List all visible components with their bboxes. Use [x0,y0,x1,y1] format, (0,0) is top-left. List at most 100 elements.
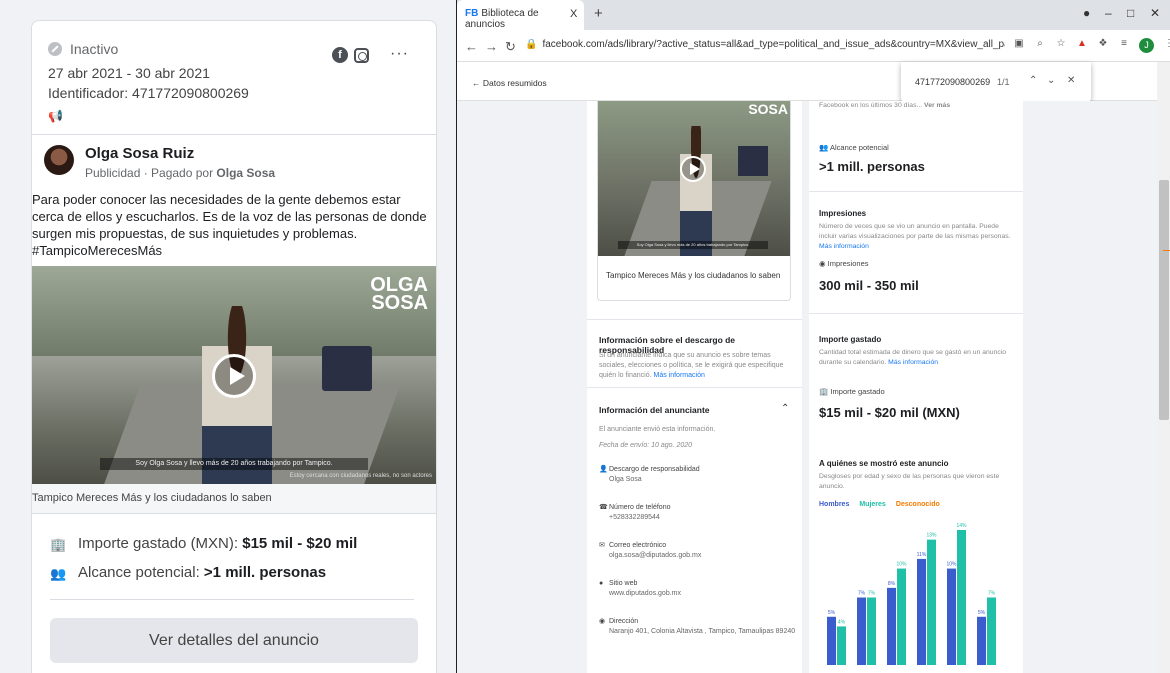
minimize-icon[interactable]: – [1105,6,1112,20]
back-to-summary-link[interactable]: ← Datos resumidos [472,78,547,88]
forward-icon[interactable]: → [485,39,498,54]
avatar[interactable] [44,145,74,175]
video-bin [738,146,768,176]
bar-women-3[interactable] [927,539,936,665]
info-value: Naranjo 401, Colonia Altavista , Tampico… [609,628,796,635]
impressions-text: Número de veces que se vio un anuncio en… [819,223,1011,240]
account-icon[interactable]: ● [1083,6,1090,20]
menu-icon[interactable]: ⋮ [1163,38,1170,52]
bar-women-1[interactable] [867,597,876,666]
ad-stats-column: Número de personas únicas que se mostró.… [809,101,1023,673]
legend-women[interactable]: Mujeres [859,501,885,508]
find-input[interactable]: 471772090800269 [915,77,990,87]
divider [587,319,802,320]
scrollbar-thumb[interactable] [1159,180,1169,420]
ad-preview-card: SOSA Soy Olga Sosa y llevo más de 20 año… [597,101,791,301]
run-dates: 27 abr 2021 - 30 abr 2021 [48,65,210,81]
reach-value: >1 mill. personas [203,564,327,581]
bar-label: 14% [956,523,967,529]
video-subtitle: Soy Olga Sosa y llevo más de 20 años tra… [100,458,368,470]
find-next-icon[interactable]: ⌄ [1047,75,1055,86]
see-more-link[interactable]: Ver más [924,102,950,109]
advertiser-title: Información del anunciante [599,405,710,415]
status-label: Inactivo [70,41,119,57]
puzzle-icon[interactable]: ❖ [1097,38,1109,52]
find-close-icon[interactable]: ✕ [1067,75,1075,86]
divider [50,599,414,600]
star-icon[interactable]: ☆ [1055,38,1067,52]
bar-women-2[interactable] [897,568,906,665]
close-tab-icon[interactable]: X [570,8,577,20]
bar-label: 10% [946,562,957,568]
divider [809,191,1023,192]
impressions-value: 300 mil - 350 mil [819,278,919,293]
bar-women-4[interactable] [957,530,966,665]
legend-men[interactable]: Hombres [819,501,849,508]
bar-men-5[interactable] [977,616,986,665]
bar-men-0[interactable] [827,616,836,665]
info-value[interactable]: olga.sosa@diputados.gob.mx [599,551,701,561]
impressions-description: Número de veces que se vio un anuncio en… [819,222,1013,252]
paid-by-name: Olga Sosa [216,166,276,180]
bar-label: 7% [868,591,876,597]
url-field[interactable]: 🔒 facebook.com/ads/library/?active_status… [525,39,1005,50]
spend-small: 🏢 Importe gastado [819,387,885,396]
ad-video[interactable]: OLGA SOSA Soy Olga Sosa y llevo más de 2… [32,266,436,484]
brand-logo-line2: SOSA [371,292,428,314]
bar-men-4[interactable] [947,568,956,665]
legend-unknown[interactable]: Desconocido [896,501,940,508]
info-value[interactable]: www.diputados.gob.mx [599,589,681,599]
bar-label: 7% [858,591,866,597]
extension-icon[interactable]: ▲ [1076,38,1088,52]
spend-text: Importe gastado (MXN): $15 mil - $20 mil [78,535,357,552]
scrollbar[interactable] [1157,62,1170,673]
back-icon[interactable]: ← [465,39,478,54]
tab-ad-library[interactable]: FB Biblioteca de anuncios X [457,0,584,30]
location-icon: ◉ [599,618,606,625]
bar-label: 8% [888,581,896,587]
spend-small-label: Importe gastado [830,387,885,396]
chevron-up-icon[interactable]: ⌃ [781,403,789,414]
reach-description-text: Número de personas únicas que se mostró.… [819,102,923,109]
video-bin [322,346,372,391]
person-icon: 👤 [599,466,608,473]
ad-body-text: Para poder conocer las necesidades de la… [32,192,427,258]
more-info-link[interactable]: Más información [654,372,705,379]
more-info-link[interactable]: Más información [819,243,869,250]
bar-women-5[interactable] [987,597,996,666]
favicon: FB [465,8,479,19]
bar-label: 5% [978,610,986,616]
ad-preview-video[interactable]: SOSA Soy Olga Sosa y llevo más de 20 año… [598,101,790,256]
building-icon: 🏢 [50,536,67,552]
page-name[interactable]: Olga Sosa Ruiz [85,145,194,162]
play-icon[interactable] [680,156,706,182]
bar-label: 7% [988,591,996,597]
reach-value: >1 mill. personas [819,159,925,174]
new-tab-button[interactable]: + [594,5,603,22]
spend-value: $15 mil - $20 mil (MXN) [819,405,960,420]
find-count: 1/1 [997,77,1010,87]
bar-label: 11% [917,552,927,558]
bar-men-3[interactable] [917,558,926,665]
more-options-icon[interactable]: ··· [390,45,409,63]
search-icon[interactable]: ⌕ [1034,38,1046,52]
find-previous-icon[interactable]: ⌃ [1029,75,1037,86]
find-bar: 471772090800269 1/1 ⌃ ⌄ ✕ [901,62,1091,102]
bar-label: 10% [896,562,907,568]
bar-women-0[interactable] [837,626,846,665]
brand-logo: SOSA [748,101,788,117]
info-address: ◉ Dirección Naranjo 401, Colonia Altavista… [599,617,795,637]
bar-men-1[interactable] [857,597,866,666]
reading-list-icon[interactable]: ≡ [1118,38,1130,52]
play-icon[interactable] [212,354,256,398]
more-info-link[interactable]: Más información [888,359,938,366]
translate-icon[interactable]: ▣ [1013,38,1025,52]
bar-men-2[interactable] [887,587,896,665]
restore-icon[interactable]: □ [1127,6,1134,20]
ad-card-panel: Inactivo 27 abr 2021 - 30 abr 2021 Ident… [0,0,456,673]
close-window-icon[interactable]: ✕ [1150,6,1160,20]
see-ad-details-button[interactable]: Ver detalles del anuncio [50,618,418,663]
profile-avatar[interactable]: J [1139,38,1154,53]
reload-icon[interactable]: ↻ [505,39,516,55]
video-caption: Tampico Mereces Más y los ciudadanos lo … [32,484,436,514]
